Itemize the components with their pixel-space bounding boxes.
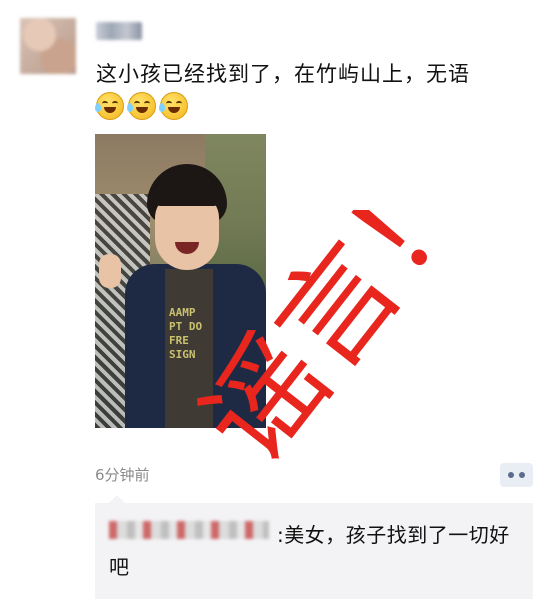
comment-text: :美女，孩子找到了一切好吧	[109, 523, 510, 579]
post-timestamp: 6分钟前	[95, 466, 150, 484]
post-text: 这小孩已经找到了，在竹屿山上，无语	[96, 62, 470, 86]
post-photo[interactable]: AAMP PT DO FRE SIGN	[95, 134, 266, 428]
photo-child-bangs	[151, 178, 223, 206]
author-nickname-blurred[interactable]	[96, 22, 142, 40]
photo-hand	[99, 254, 121, 288]
comment-box: :美女，孩子找到了一切好吧	[95, 495, 533, 599]
face-with-tears-of-joy-icon	[159, 92, 188, 120]
dot-icon	[508, 472, 514, 478]
face-with-tears-of-joy-icon	[95, 92, 124, 120]
face-with-tears-of-joy-icon	[127, 92, 156, 120]
author-avatar[interactable]	[20, 18, 76, 74]
more-options-button[interactable]	[500, 463, 533, 487]
emoji-row	[95, 92, 188, 120]
photo-shirt-print: AAMP PT DO FRE SIGN	[169, 306, 203, 361]
dot-icon	[519, 472, 525, 478]
